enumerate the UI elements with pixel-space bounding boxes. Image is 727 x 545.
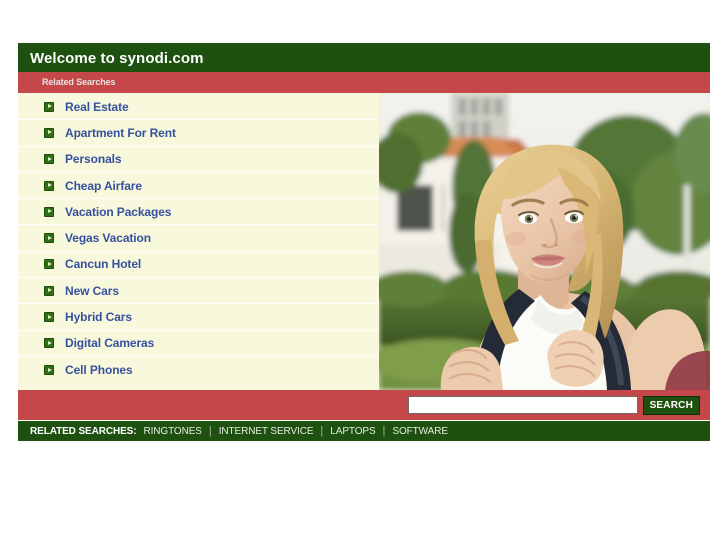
related-searches-label: Related Searches [42,77,116,87]
list-item-label[interactable]: Vacation Packages [65,205,171,219]
list-item[interactable]: Digital Cameras [18,330,379,357]
list-item[interactable]: Cancun Hotel [18,251,379,279]
green-arrow-bullet-icon [44,127,54,138]
hero-photo [379,93,710,390]
green-arrow-bullet-icon [44,338,54,349]
list-item-label[interactable]: Digital Cameras [65,336,154,350]
list-item-label[interactable]: Apartment For Rent [65,126,176,140]
green-arrow-bullet-icon [44,233,54,244]
list-item[interactable]: Vacation Packages [18,199,379,226]
footer-link-laptops[interactable]: LAPTOPS [330,426,375,437]
green-arrow-bullet-icon [44,154,54,165]
search-bar: SEARCH [18,390,710,420]
list-item[interactable]: Personals [18,146,379,173]
green-arrow-bullet-icon [44,259,54,270]
search-button[interactable]: SEARCH [642,395,700,415]
footer-link-software[interactable]: SOFTWARE [392,426,448,437]
hero-photo-image [379,93,710,390]
list-item-label[interactable]: Vegas Vacation [65,231,151,245]
green-arrow-bullet-icon [44,285,54,296]
green-arrow-bullet-icon [44,180,54,191]
list-item[interactable]: Real Estate [18,94,379,121]
list-item-label[interactable]: Personals [65,152,122,166]
green-arrow-bullet-icon [44,101,54,112]
search-input[interactable] [407,396,638,414]
list-item[interactable]: Cheap Airfare [18,172,379,200]
page-root: Welcome to synodi.com Related Searches R… [0,0,727,545]
green-arrow-bullet-icon [44,312,54,323]
list-item-label[interactable]: New Cars [65,284,119,298]
footer-separator: | [382,425,386,437]
footer-separator: | [208,425,212,437]
page-title: Welcome to synodi.com [18,45,710,72]
list-item[interactable]: Apartment For Rent [18,120,379,147]
related-searches-bar: Related Searches [18,72,710,93]
list-item-label[interactable]: Cheap Airfare [65,179,142,193]
footer-link-internet-service[interactable]: INTERNET SERVICE [219,426,314,437]
related-links-panel: Real Estate Apartment For Rent Personals… [18,93,379,390]
content-body: Real Estate Apartment For Rent Personals… [18,93,710,390]
green-arrow-bullet-icon [44,365,54,376]
list-item-label[interactable]: Cancun Hotel [65,257,141,271]
footer-related-searches: RELATED SEARCHES: RINGTONES | INTERNET S… [18,421,710,441]
footer-separator: | [320,425,324,437]
content-frame: Welcome to synodi.com Related Searches R… [18,45,710,441]
footer-title: RELATED SEARCHES: [30,425,137,437]
list-item-label[interactable]: Cell Phones [65,363,133,377]
list-item[interactable]: Vegas Vacation [18,225,379,252]
list-item[interactable]: Hybrid Cars [18,304,379,331]
green-arrow-bullet-icon [44,206,54,217]
footer-link-ringtones[interactable]: RINGTONES [143,426,201,437]
list-item-label[interactable]: Hybrid Cars [65,310,132,324]
list-item-label[interactable]: Real Estate [65,100,129,114]
list-item[interactable]: Cell Phones [18,356,379,384]
list-item[interactable]: New Cars [18,278,379,305]
